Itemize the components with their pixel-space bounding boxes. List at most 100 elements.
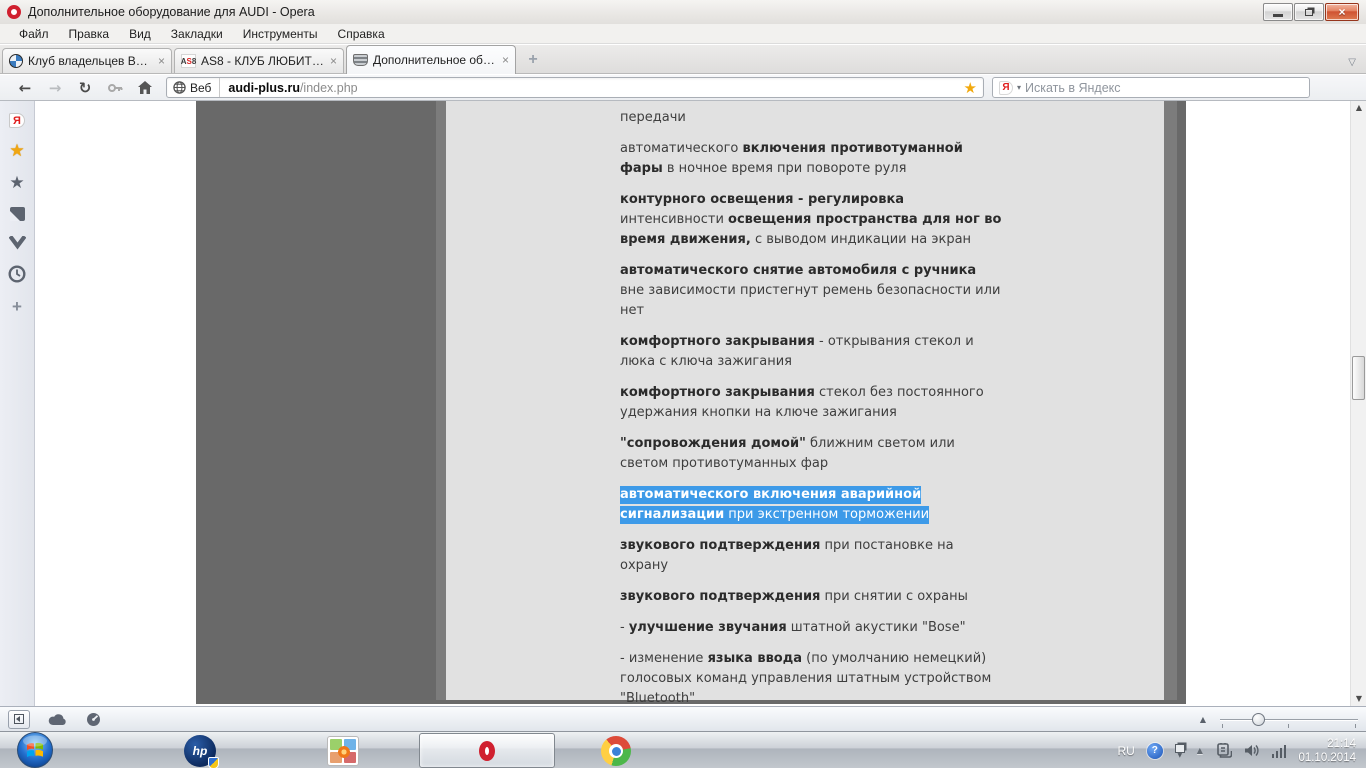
- text-segment: штатной акустики "Bose": [787, 620, 966, 635]
- content-paragraphs: передачиавтоматического включения против…: [620, 108, 1002, 704]
- as8-favicon: AS8: [181, 54, 196, 68]
- scroll-down-arrow[interactable]: ▼: [1351, 692, 1366, 706]
- text-segment: языка ввода: [708, 651, 802, 666]
- bookmarks-panel-icon[interactable]: ★: [9, 143, 24, 160]
- history-clock-icon[interactable]: [8, 265, 26, 283]
- site-left-divider: [436, 101, 446, 700]
- menu-help[interactable]: Справка: [329, 25, 394, 43]
- notes-panel-icon[interactable]: [10, 207, 25, 221]
- forward-button[interactable]: →: [40, 79, 70, 97]
- web-badge-label: Веб: [190, 81, 211, 95]
- tab-close-icon[interactable]: ×: [502, 54, 509, 66]
- volume-tray-icon[interactable]: [1244, 743, 1260, 758]
- opera-icon: [479, 741, 495, 761]
- panels-icon: [14, 714, 24, 724]
- tab-close-icon[interactable]: ×: [158, 55, 165, 67]
- restore-button[interactable]: [1294, 3, 1324, 21]
- slider-tick: [1288, 724, 1289, 728]
- zoom-popup-arrow-icon[interactable]: ▲: [1200, 715, 1206, 724]
- text-segment: вне зависимости пристегнут ремень безопа…: [620, 283, 1000, 318]
- search-bar[interactable]: Я ▾: [992, 77, 1310, 98]
- url-domain: audi-plus.ru: [228, 81, 300, 95]
- scroll-up-arrow[interactable]: ▲: [1351, 101, 1366, 115]
- taskbar-hp-advisor-button[interactable]: hp: [183, 734, 217, 768]
- content-paragraph: - улучшение звучания штатной акустики "B…: [620, 618, 1002, 638]
- opera-logo-icon: [7, 5, 21, 19]
- text-segment: при экстренном торможении: [724, 506, 929, 524]
- text-segment: улучшение звучания: [629, 620, 787, 635]
- screen: Дополнительное оборудование для AUDI - O…: [0, 0, 1366, 768]
- content-paragraph: - изменение языка ввода (по умолчанию не…: [620, 649, 1002, 704]
- power-plug-tray-icon[interactable]: [1215, 743, 1232, 759]
- tab-close-icon[interactable]: ×: [330, 55, 337, 67]
- menu-file[interactable]: Файл: [10, 25, 58, 43]
- taskbar-opera-button-active[interactable]: [419, 733, 555, 768]
- tab-title: Клуб владельцев BM......: [28, 54, 153, 68]
- url-text[interactable]: audi-plus.ru/index.php: [220, 81, 963, 95]
- search-engine-dropdown-icon[interactable]: ▾: [1017, 83, 1021, 92]
- yandex-panel-icon[interactable]: Я: [9, 113, 25, 128]
- clock-time: 21:14: [1298, 737, 1356, 751]
- opera-unite-cloud-icon[interactable]: [48, 713, 68, 726]
- content-paragraph: автоматического снятие автомобиля с ручн…: [620, 261, 1002, 321]
- taskbar-clock[interactable]: 21:14 01.10.2014: [1298, 737, 1356, 765]
- content-paragraph: комфортного закрывания - открывания стек…: [620, 332, 1002, 372]
- windows-taskbar: hp RU ? ▼ ▲: [0, 731, 1366, 768]
- close-button[interactable]: ×: [1325, 3, 1359, 21]
- tab-as8-club[interactable]: AS8 AS8 - КЛУБ ЛЮБИТЕЛ... ×: [174, 48, 344, 73]
- add-panel-icon[interactable]: +: [12, 298, 22, 315]
- bookmark-star-icon[interactable]: ★: [964, 79, 983, 97]
- downloads-panel-icon[interactable]: [9, 236, 26, 250]
- audi-grille-favicon: [353, 54, 368, 66]
- network-signal-tray-icon[interactable]: [1272, 744, 1287, 758]
- new-tab-button[interactable]: +: [522, 50, 544, 70]
- tab-title: AS8 - КЛУБ ЛЮБИТЕЛ...: [201, 54, 325, 68]
- close-icon: ×: [1338, 5, 1345, 19]
- help-tray-icon[interactable]: ?: [1147, 743, 1163, 759]
- content-paragraph: звукового подтверждения при снятии с охр…: [620, 587, 1002, 607]
- content-paragraph: комфортного закрывания стекол без постоя…: [620, 383, 1002, 423]
- menu-tools[interactable]: Инструменты: [234, 25, 327, 43]
- home-button[interactable]: [130, 80, 160, 95]
- menu-edit[interactable]: Правка: [60, 25, 119, 43]
- menu-bar: Файл Правка Вид Закладки Инструменты Спр…: [0, 24, 1366, 44]
- back-button[interactable]: ←: [10, 79, 40, 97]
- language-indicator[interactable]: RU: [1117, 744, 1134, 758]
- wand-key-icon[interactable]: [100, 80, 130, 96]
- address-bar[interactable]: Веб audi-plus.ru/index.php ★: [166, 77, 984, 98]
- tab-list-dropdown-icon[interactable]: ▽: [1348, 57, 1356, 68]
- display-tray-icon[interactable]: ▼: [1175, 744, 1185, 758]
- minimize-button[interactable]: [1263, 3, 1293, 21]
- speed-dial-star-icon[interactable]: ★: [9, 175, 24, 192]
- text-segment: передачи: [620, 110, 686, 125]
- menu-bookmarks[interactable]: Закладки: [162, 25, 232, 43]
- zoom-slider-knob[interactable]: [1252, 713, 1265, 726]
- tab-audi-equipment-active[interactable]: Дополнительное обо... ×: [346, 45, 516, 74]
- text-segment: - изменение: [620, 651, 708, 666]
- text-segment: интенсивности: [620, 212, 728, 227]
- text-segment: контурного освещения - регулировка: [620, 192, 904, 207]
- show-hidden-icons-arrow[interactable]: ▲: [1197, 746, 1203, 755]
- vertical-scrollbar[interactable]: ▲ ▼: [1350, 101, 1366, 706]
- taskbar-chrome-button[interactable]: [599, 734, 633, 768]
- menu-view[interactable]: Вид: [120, 25, 160, 43]
- globe-icon: [173, 81, 186, 94]
- start-button[interactable]: [16, 731, 54, 768]
- navigation-toolbar: ← → ↻ Веб audi-plus.ru/index.php ★ Я ▾: [0, 75, 1366, 101]
- reload-button[interactable]: ↻: [70, 79, 100, 97]
- tab-bmw-club[interactable]: Клуб владельцев BM...... ×: [2, 48, 172, 73]
- toggle-panels-button[interactable]: [8, 710, 30, 729]
- zoom-slider[interactable]: [1220, 712, 1358, 728]
- opera-turbo-icon[interactable]: [86, 712, 101, 727]
- search-input[interactable]: [1025, 81, 1303, 95]
- zoom-slider-track: [1220, 719, 1358, 721]
- chevron-down-icon: ▼: [1177, 753, 1182, 758]
- text-segment: автоматического снятие автомобиля с ручн…: [620, 263, 976, 278]
- text-segment: автоматического: [620, 141, 743, 156]
- taskbar-photo-viewer-button[interactable]: [326, 734, 360, 768]
- flower-icon: [338, 746, 350, 758]
- scrollbar-thumb[interactable]: [1352, 356, 1365, 400]
- web-badge[interactable]: Веб: [167, 78, 220, 97]
- window-title: Дополнительное оборудование для AUDI - O…: [28, 5, 315, 19]
- tab-title: Дополнительное обо...: [373, 53, 497, 67]
